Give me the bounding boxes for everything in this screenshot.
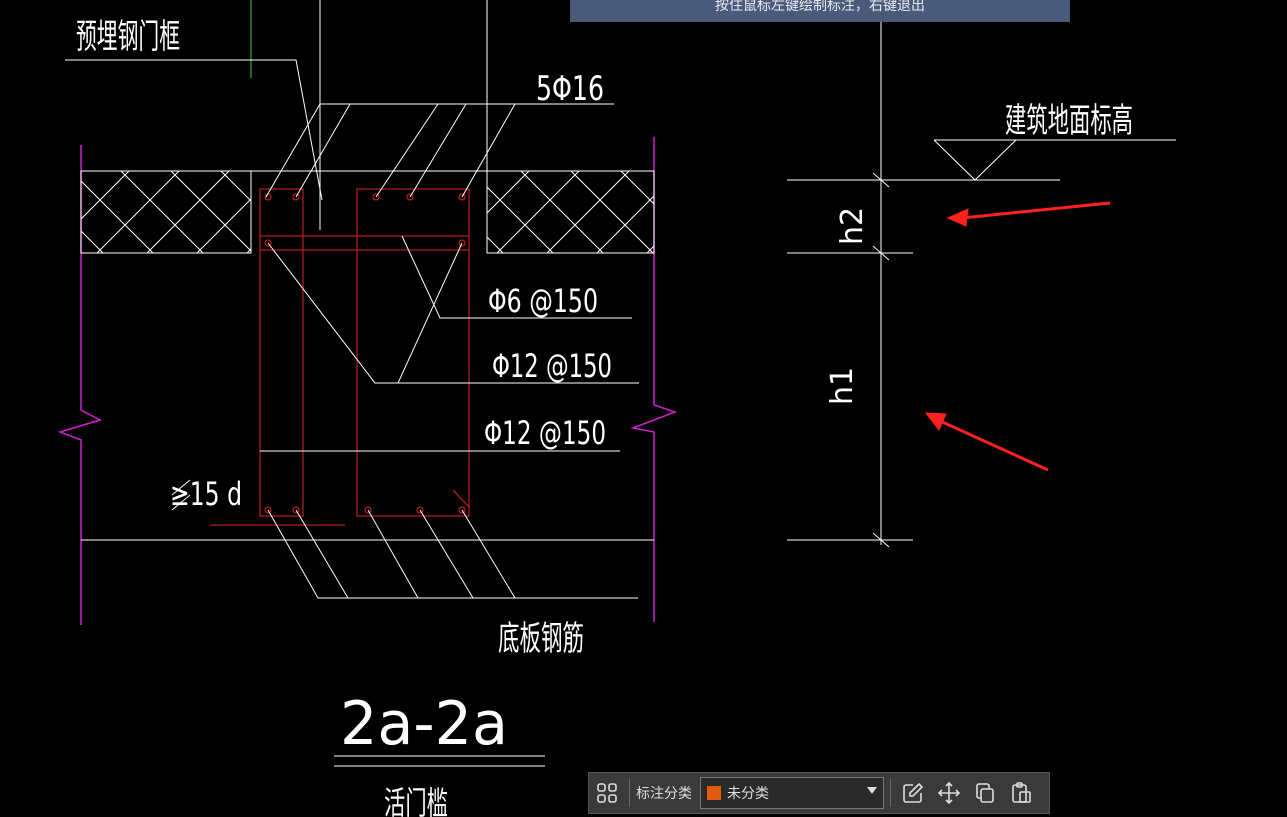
paste-button[interactable] <box>1003 775 1039 811</box>
annotation-toolbar: 标注分类 未分类 <box>588 772 1050 814</box>
move-button[interactable] <box>931 775 967 811</box>
toolbar-divider <box>890 779 891 807</box>
label-h1: h1 <box>825 367 860 405</box>
label-rebar-a: Φ12 @150 <box>492 347 612 385</box>
label-rebar-b: Φ12 @150 <box>484 414 606 452</box>
section-subtitle: 活门槛 <box>384 784 448 817</box>
category-value: 未分类 <box>727 786 769 802</box>
layout-grid-button[interactable] <box>589 775 625 811</box>
label-ground-elevation: 建筑地面标高 <box>1005 101 1133 141</box>
copy-icon <box>976 783 994 803</box>
label-stirrup: Φ6 @150 <box>488 282 598 320</box>
edit-icon <box>903 782 924 803</box>
annotation-arrows[interactable] <box>924 201 1111 472</box>
label-anchor: ≥15 d <box>170 475 242 513</box>
hatch-block-right <box>486 170 655 254</box>
section-title: 2a-2a <box>340 689 508 759</box>
grid-icon <box>597 783 617 803</box>
label-slab-rebar: 底板钢筋 <box>498 619 584 659</box>
edit-button[interactable] <box>895 775 931 811</box>
copy-button[interactable] <box>967 775 1003 811</box>
command-hint-text: 按住鼠标左键绘制标注，右键退出 <box>715 0 925 14</box>
category-color-swatch <box>707 786 721 800</box>
paste-icon <box>1012 782 1031 803</box>
command-hint-bar: 按住鼠标左键绘制标注，右键退出 <box>570 0 1070 22</box>
move-icon <box>937 781 961 805</box>
hatch-block-left <box>80 170 252 254</box>
chevron-down-icon <box>867 787 877 794</box>
toolbar-divider <box>629 779 630 807</box>
category-label: 标注分类 <box>636 786 692 802</box>
elevation-diagram <box>787 0 1176 548</box>
label-top-rebar: 5Φ16 <box>536 69 604 109</box>
label-h2: h2 <box>835 207 870 245</box>
label-embedded-frame: 预埋钢门框 <box>76 17 180 57</box>
cad-drawing-canvas[interactable]: 预埋钢门框 5Φ16 建筑地面标高 h2 h1 Φ6 @150 Φ12 @150… <box>0 0 1287 817</box>
category-select[interactable]: 未分类 <box>700 777 884 809</box>
